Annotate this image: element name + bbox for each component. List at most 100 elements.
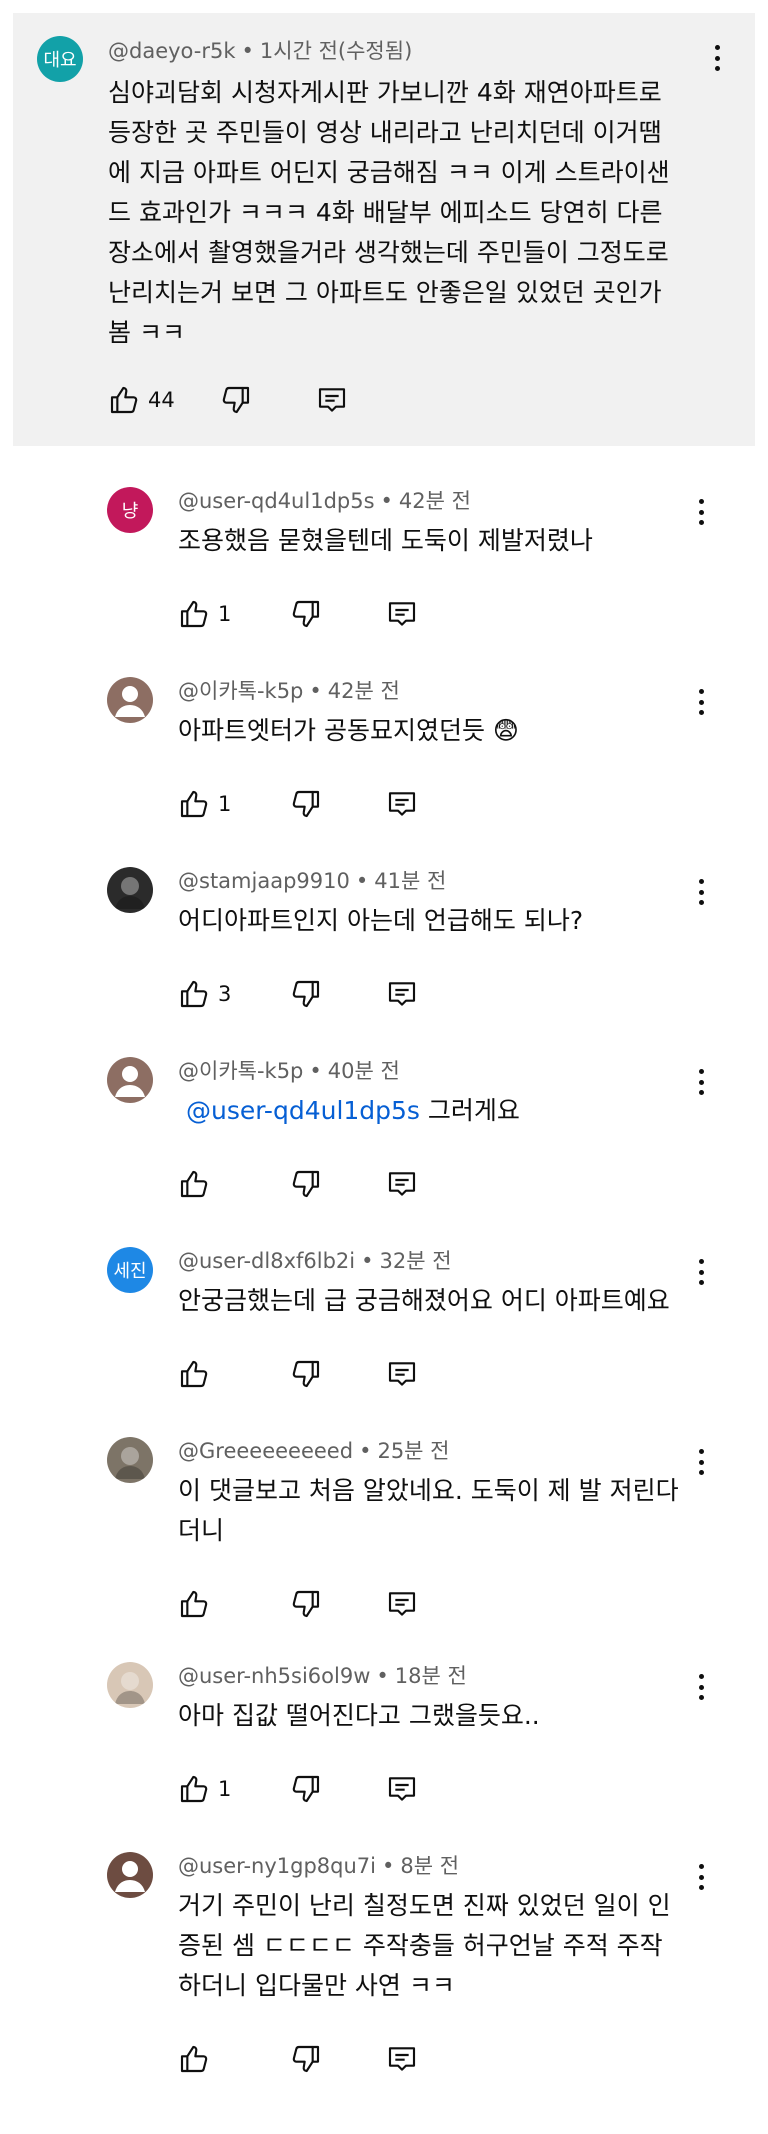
reply-button[interactable] [386, 1769, 418, 1809]
comment-timestamp[interactable]: 8분 전 [400, 1854, 459, 1878]
reply-button[interactable] [386, 594, 418, 634]
thumbs-up-icon [108, 384, 140, 416]
thumbs-up-icon [178, 978, 210, 1010]
like-button[interactable] [178, 2039, 210, 2079]
comment-text-content: 그러게요 [427, 1096, 520, 1125]
reply-button[interactable] [386, 1354, 418, 1394]
more-options-icon[interactable] [691, 497, 711, 527]
more-options-icon[interactable] [691, 1447, 711, 1477]
comment-text-line: 봄 ㅋㅋ [108, 318, 185, 347]
comment-actions [178, 1354, 438, 1394]
thumbs-down-icon [290, 2043, 322, 2075]
thumbs-up-icon [178, 1588, 210, 1620]
dislike-button[interactable] [290, 784, 322, 824]
author-handle[interactable]: @stamjaap9910 [178, 869, 350, 893]
comment-header: @user-ny1gp8qu7i • 8분 전 [178, 1850, 459, 1880]
comment-text-line: 더니 [178, 1516, 225, 1545]
author-handle[interactable]: @daeyo-r5k [108, 39, 236, 63]
avatar[interactable] [107, 1662, 153, 1708]
comment-text-line: 어디아파트인지 아는데 언급해도 되나? [178, 906, 584, 935]
reply-button[interactable] [386, 1584, 418, 1624]
avatar[interactable] [107, 867, 153, 913]
author-handle[interactable]: @user-dl8xf6lb2i [178, 1249, 355, 1273]
comment-timestamp[interactable]: 41분 전 [374, 869, 446, 893]
reply-comment-icon [386, 1358, 418, 1390]
dislike-button[interactable] [290, 1584, 322, 1624]
dislike-button[interactable] [290, 974, 322, 1014]
dislike-button[interactable] [290, 2039, 322, 2079]
thumbs-up-icon [178, 2043, 210, 2075]
comment-text-line: 장소에서 촬영했을거라 생각했는데 주민들이 그정도로 [108, 238, 669, 267]
dislike-button[interactable] [220, 380, 252, 420]
reply-comment-icon [386, 978, 418, 1010]
comment-actions: 44 [108, 380, 368, 420]
reply-button[interactable] [386, 784, 418, 824]
more-options-icon[interactable] [691, 877, 711, 907]
dislike-button[interactable] [290, 1354, 322, 1394]
comment-timestamp[interactable]: 32분 전 [380, 1249, 452, 1273]
dislike-button[interactable] [290, 1769, 322, 1809]
profile-photo-icon [115, 1672, 145, 1704]
avatar[interactable]: 냥 [107, 487, 153, 533]
more-options-icon[interactable] [691, 1672, 711, 1702]
default-person-icon [115, 1861, 145, 1892]
like-count: 3 [218, 982, 232, 1006]
highlighted-comment: 대요 @daeyo-r5k • 1시간 전(수정됨) 심야괴담회 시청자게시판 가보니깐… [13, 13, 755, 446]
reply-button[interactable] [386, 1164, 418, 1204]
author-handle[interactable]: @user-qd4ul1dp5s [178, 489, 375, 513]
reply-comment-icon [316, 384, 348, 416]
author-handle[interactable]: @user-ny1gp8qu7i [178, 1854, 376, 1878]
comment-header: @daeyo-r5k • 1시간 전(수정됨) [108, 35, 412, 65]
reply-button[interactable] [386, 2039, 418, 2079]
comment-text-line: 심야괴담회 시청자게시판 가보니깐 4화 재연아파트로 [108, 78, 662, 107]
author-handle[interactable]: @Greeeeeeeeed [178, 1439, 353, 1463]
header-separator: • [309, 1059, 322, 1083]
like-button[interactable] [178, 974, 210, 1014]
reply-button[interactable] [386, 974, 418, 1014]
avatar[interactable] [107, 1852, 153, 1898]
comment-timestamp[interactable]: 42분 전 [399, 489, 471, 513]
like-button[interactable] [108, 380, 140, 420]
avatar[interactable]: 대요 [37, 36, 83, 82]
avatar[interactable] [107, 1057, 153, 1103]
like-button[interactable] [178, 784, 210, 824]
like-button[interactable] [178, 1769, 210, 1809]
comment-actions: 3 [178, 974, 438, 1014]
comment-text-line: 에 지금 아파트 어딘지 궁금해짐 ㅋㅋ 이게 스트라이샌 [108, 158, 670, 187]
thumbs-up-icon [178, 1773, 210, 1805]
comment-timestamp[interactable]: 25분 전 [377, 1439, 449, 1463]
more-options-icon[interactable] [691, 687, 711, 717]
header-separator: • [359, 1439, 372, 1463]
avatar[interactable] [107, 677, 153, 723]
comment-timestamp[interactable]: 40분 전 [328, 1059, 400, 1083]
like-button[interactable] [178, 1164, 210, 1204]
comment-timestamp[interactable]: 18분 전 [395, 1664, 467, 1688]
dislike-button[interactable] [290, 594, 322, 634]
author-handle[interactable]: @이카톡-k5p [178, 1059, 303, 1083]
profile-photo-icon [115, 877, 145, 909]
like-button[interactable] [178, 1584, 210, 1624]
thumbs-up-icon [178, 1358, 210, 1390]
default-person-icon [115, 1066, 145, 1097]
reply-button[interactable] [316, 380, 348, 420]
author-handle[interactable]: @user-nh5si6ol9w [178, 1664, 370, 1688]
comment-timestamp[interactable]: 1시간 전(수정됨) [260, 39, 412, 63]
like-button[interactable] [178, 594, 210, 634]
more-options-icon[interactable] [691, 1257, 711, 1287]
comment-text-line: @user-qd4ul1dp5s 그러게요 [178, 1091, 520, 1131]
more-options-icon[interactable] [691, 1862, 711, 1892]
dislike-button[interactable] [290, 1164, 322, 1204]
more-options-icon[interactable] [691, 1067, 711, 1097]
comment-actions: 1 [178, 784, 438, 824]
comment-text: 아파트엣터가 공동묘지였던듯 😨 [178, 711, 519, 751]
comment-text-line: 아마 집값 떨어진다고 그랬을듯요.. [178, 1701, 540, 1730]
comment-header: @user-qd4ul1dp5s • 42분 전 [178, 485, 471, 515]
avatar[interactable] [107, 1437, 153, 1483]
avatar[interactable]: 세진 [107, 1247, 153, 1293]
comment-text-line: 하더니 입다물만 사연 ㅋㅋ [178, 1971, 455, 2000]
mention-link[interactable]: @user-qd4ul1dp5s [186, 1096, 420, 1125]
author-handle[interactable]: @이카톡-k5p [178, 679, 303, 703]
more-options-icon[interactable] [707, 43, 727, 73]
comment-timestamp[interactable]: 42분 전 [328, 679, 400, 703]
like-button[interactable] [178, 1354, 210, 1394]
